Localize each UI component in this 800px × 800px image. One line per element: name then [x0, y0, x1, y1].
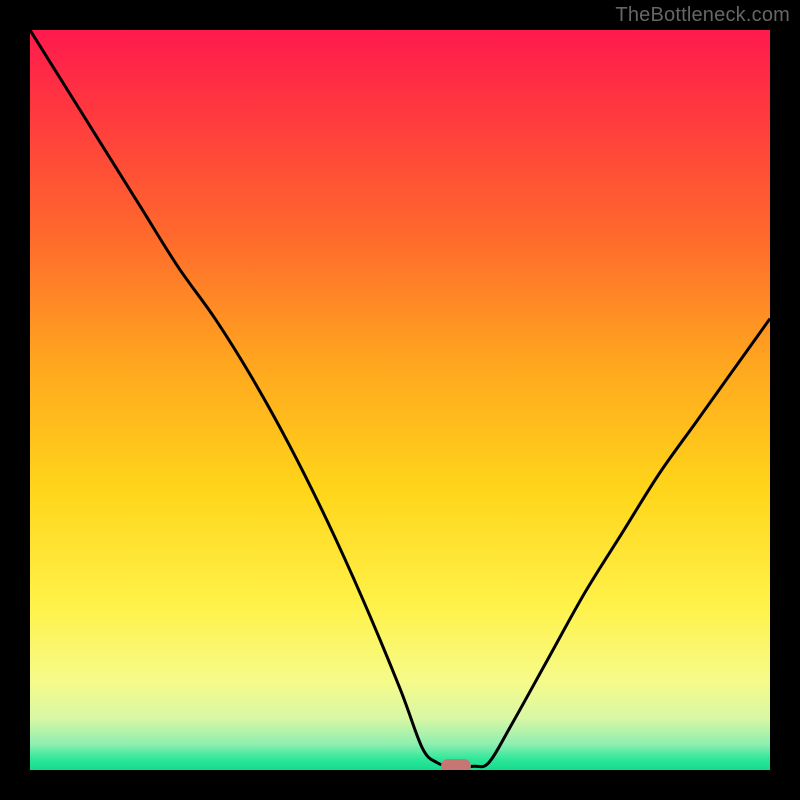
plot-area	[30, 30, 770, 770]
watermark-label: TheBottleneck.com	[615, 4, 790, 27]
minimum-marker	[441, 759, 471, 770]
curve-layer	[30, 30, 770, 770]
chart-frame: TheBottleneck.com	[0, 0, 800, 800]
bottleneck-curve	[30, 30, 770, 767]
